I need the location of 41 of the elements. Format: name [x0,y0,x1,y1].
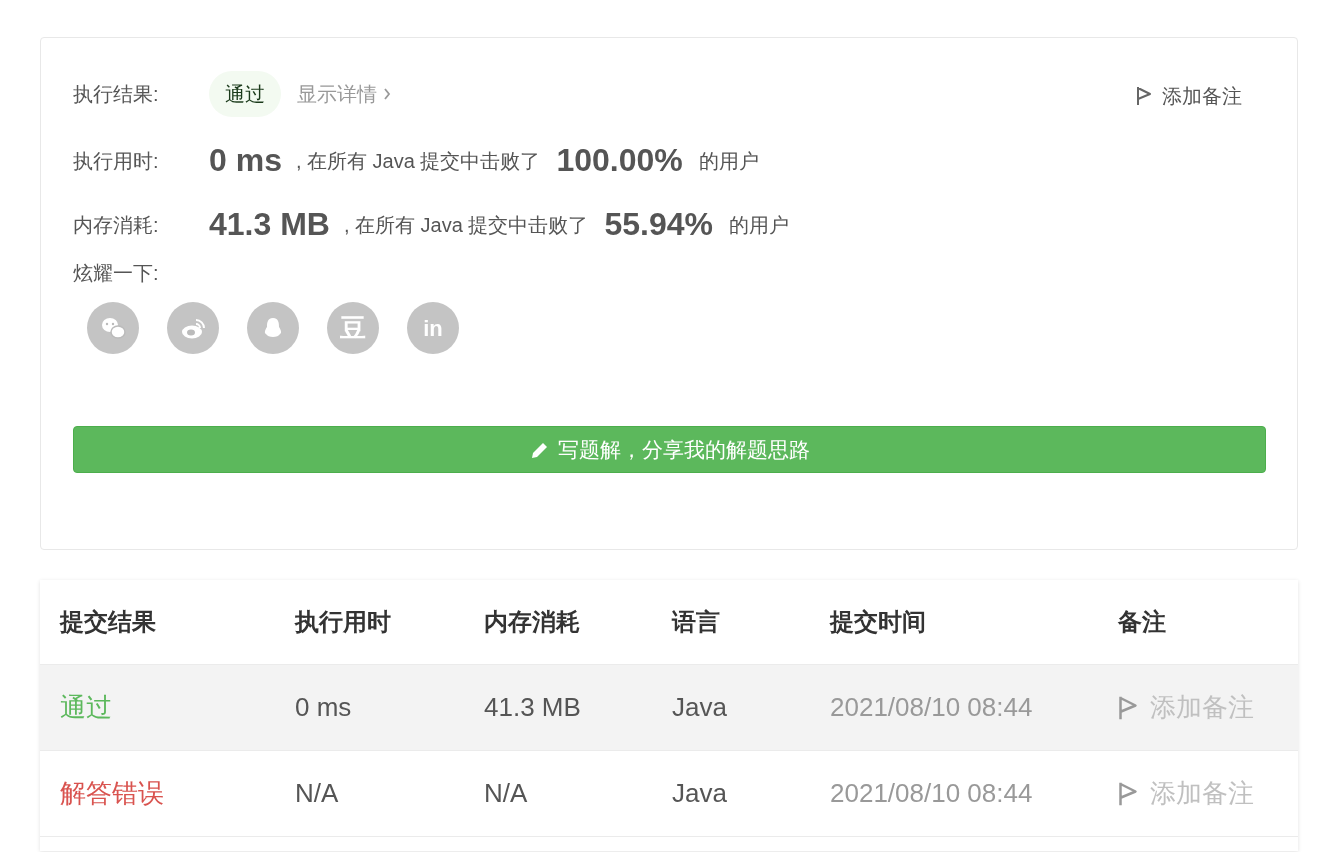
field-label: 内存消耗: [73,213,160,238]
stat-text: , 在所有 Java 提交中击败了 [295,149,541,174]
column-header: 提交结果 [60,607,157,637]
chevron-icon [383,88,391,100]
add-note-link[interactable]: 添加备注 [1136,81,1242,111]
table-cell-text: 0 ms [295,691,353,724]
stat-value: 0 ms [209,141,282,180]
stat-text: 的用户 [698,149,759,174]
table-cell-text: Java [672,691,728,724]
wechat-icon[interactable] [87,302,139,354]
field-label: 执行结果: [73,82,160,107]
details-link[interactable]: 显示详情 [297,79,391,109]
status-badge: 通过 [209,71,281,117]
table-row[interactable]: 解答错误 N/A N/A Java 2021/08/10 08:44 添加备注 [40,751,1298,837]
flag-icon [1136,85,1152,107]
column-header: 语言 [672,607,721,637]
share-label: 炫耀一下: [73,261,160,286]
stat-text: , 在所有 Java 提交中击败了 [343,213,589,238]
status-link[interactable]: 通过 [60,688,295,727]
status-link[interactable]: 解答错误 [60,774,295,813]
penguin-icon[interactable] [247,302,299,354]
column-header: 内存消耗 [484,607,581,637]
field-label: 执行用时: [73,149,160,174]
stat-text: 的用户 [728,213,789,238]
column-header: 提交时间 [830,607,927,637]
table-cell-text: 2021/08/10 08:44 [830,777,1034,810]
table-cell-text: 2021/08/10 08:44 [830,691,1034,724]
column-header: 执行用时 [295,607,392,637]
table-cell-text: N/A [295,777,340,810]
column-header: 备注 [1118,607,1167,637]
percent-value: 55.94% [604,205,713,244]
percent-value: 100.00% [556,141,683,180]
add-note-link[interactable]: 添加备注 [1118,774,1254,813]
table-cell-text: 41.3 MB [484,691,582,724]
linkedin-icon[interactable]: in [407,302,459,354]
write-solution-button[interactable]: 写题解，分享我的解题思路 [73,426,1266,473]
table-cell-text: N/A [484,777,529,810]
stat-value: 41.3 MB [209,205,330,244]
douban-icon[interactable]: 豆 [327,302,379,354]
table-cell-text: Java [672,777,728,810]
weibo-icon[interactable] [167,302,219,354]
